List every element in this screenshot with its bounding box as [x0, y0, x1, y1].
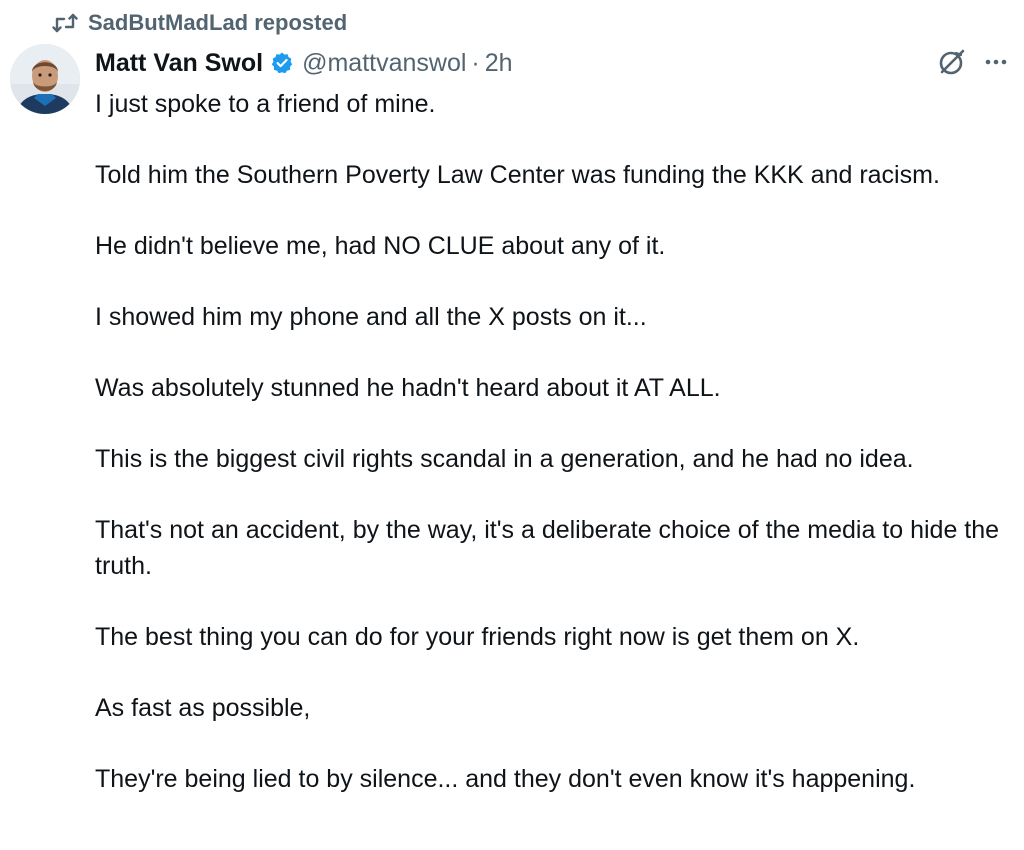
post-paragraph: I just spoke to a friend of mine.	[95, 90, 436, 118]
verified-badge-icon[interactable]	[270, 51, 294, 75]
post-text: I just spoke to a friend of mine. Told h…	[95, 86, 1005, 797]
post-paragraph: I showed him my phone and all the X post…	[95, 303, 647, 331]
post-paragraph: He didn't believe me, had NO CLUE about …	[95, 232, 666, 260]
post-header: Matt Van Swol @mattvanswol · 2h	[95, 44, 513, 82]
repost-context[interactable]: SadButMadLad reposted	[52, 8, 347, 38]
avatar[interactable]	[10, 44, 80, 114]
repost-icon	[52, 12, 78, 34]
repost-label[interactable]: SadButMadLad reposted	[88, 10, 347, 36]
post-paragraph: Was absolutely stunned he hadn't heard a…	[95, 374, 721, 402]
more-icon[interactable]	[982, 48, 1010, 81]
post-actions-top	[936, 46, 1010, 83]
post-paragraph: As fast as possible,	[95, 694, 311, 722]
post-paragraph: The best thing you can do for your frien…	[95, 623, 860, 651]
post-timestamp[interactable]: 2h	[485, 49, 513, 78]
post-paragraph: Told him the Southern Poverty Law Center…	[95, 161, 940, 189]
post-paragraph: They're being lied to by silence... and …	[95, 765, 916, 793]
post-paragraph: This is the biggest civil rights scandal…	[95, 445, 914, 473]
author-name[interactable]: Matt Van Swol	[95, 49, 263, 78]
author-handle[interactable]: @mattvanswol	[302, 49, 466, 78]
grok-icon[interactable]	[936, 46, 968, 83]
post-paragraph: That's not an accident, by the way, it's…	[95, 516, 1000, 580]
separator-dot: ·	[471, 48, 480, 77]
